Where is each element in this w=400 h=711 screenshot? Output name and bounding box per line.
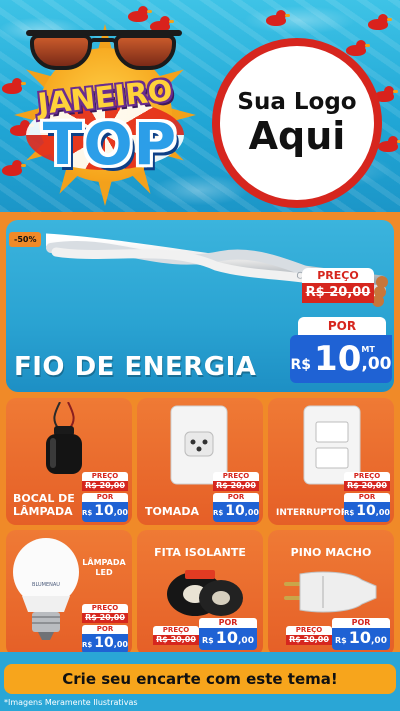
por-label: POR [298,317,386,335]
product-card-interruptor[interactable]: INTERRUPTOR PREÇO R$ 20,00 POR R$ 10,00 [268,398,394,525]
product-card-fita[interactable]: FITA ISOLANTE PREÇO R$ 20,00 POR R$ 10,00 [137,530,263,656]
product-card-pino[interactable]: PINO MACHO PREÇO R$ 20,00 POR R$ 10,00 [268,530,394,656]
svg-text:BLUMENAU: BLUMENAU [32,582,60,588]
disclaimer-note: *Imagens Meramente Ilustrativas [4,698,138,707]
tape-image [167,570,243,616]
duck-icon [128,6,152,22]
product-card-bocal[interactable]: BOCAL DE LÂMPADA PREÇO R$ 20,00 POR R$ 10,… [6,398,132,525]
sunglasses-icon [26,26,182,76]
unit-label: MT [361,344,375,354]
logo-placeholder[interactable]: Sua Logo Aqui [212,38,382,208]
product-name: INTERRUPTOR [276,508,348,518]
preco-label: PREÇO [302,268,374,283]
duck-icon [266,10,290,26]
led-bulb-image: BLUMENAU [13,538,79,640]
discount-badge: -50% [9,232,42,247]
mini-price: PREÇO R$ 20,00 POR R$ 10,00 [344,472,390,522]
hero-new-price: POR R$ 10 MT ,00 [290,317,392,383]
cta-button[interactable]: Crie seu encarte com este tema! [4,664,396,694]
product-name: LÂMPADA LED [82,558,126,577]
product-name: BOCAL DE LÂMPADA [13,492,75,518]
old-price-tag: PREÇO R$ 20,00 [153,626,199,645]
product-card-tomada[interactable]: TOMADA PREÇO R$ 20,00 POR R$ 10,00 [137,398,263,525]
price-cents: ,00 [361,353,392,374]
duck-icon [346,40,370,56]
title-line2: TOP [42,110,178,178]
plug-image [284,571,377,613]
product-name: FITA ISOLANTE [154,546,246,559]
product-card-lampada[interactable]: BLUMENAU LÂMPADA LED PREÇO R$ 20,00 POR R… [6,530,132,656]
new-price-tag: POR R$ 10,00 [199,618,257,650]
price-int: 10 [314,339,362,379]
hero-old-price: PREÇO R$ 20,00 [302,268,374,303]
mini-price: PREÇO R$ 20,00 POR R$ 10,00 [213,472,259,522]
logo-line2: Aqui [248,114,346,158]
old-price: R$ 20,00 [302,283,374,303]
currency: R$ [290,357,312,373]
hero-title: FIO DE ENERGIA [14,352,257,382]
logo-line1: Sua Logo [237,89,357,115]
mini-price: PREÇO R$ 20,00 POR R$ 10,00 [82,604,128,654]
mini-price: PREÇO R$ 20,00 POR R$ 10,00 [82,472,128,522]
new-price-tag: POR R$ 10,00 [332,618,390,650]
product-name: TOMADA [145,505,199,518]
header-banner: JANEIRO TOP Sua Logo Aqui [0,0,400,212]
hero-product-card[interactable]: -50% Corfio PREÇO R$ 20,00 POR R$ 10 MT … [6,220,394,392]
old-price-tag: PREÇO R$ 20,00 [286,626,332,645]
product-name: PINO MACHO [290,546,372,559]
socket-image [46,402,82,474]
duck-icon [368,14,392,30]
duck-icon [378,136,400,152]
